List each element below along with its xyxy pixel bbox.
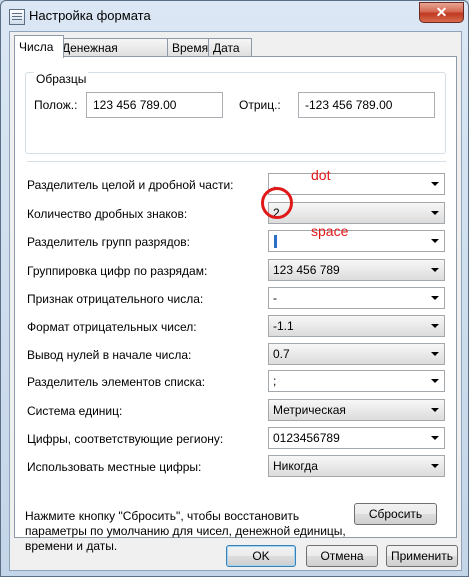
chevron-down-icon bbox=[431, 211, 439, 215]
annotation-circle bbox=[261, 187, 293, 219]
tab-numbers[interactable]: Числа bbox=[14, 35, 64, 58]
chevron-down-icon bbox=[431, 268, 439, 272]
negative-sign-value: - bbox=[273, 291, 277, 305]
tab-time[interactable]: Время bbox=[167, 38, 214, 57]
close-button[interactable]: ✕ bbox=[419, 2, 464, 23]
measurement-system-label: Система единиц: bbox=[27, 404, 123, 418]
positive-sample-field[interactable]: 123 456 789.00 bbox=[86, 92, 223, 118]
list-separator-value: ; bbox=[273, 374, 277, 388]
list-separator-label: Разделитель элементов списка: bbox=[27, 375, 206, 389]
tab-panel-numbers: Образцы Полож.: 123 456 789.00 Отриц.: -… bbox=[14, 56, 457, 553]
list-separator-combo[interactable]: ; bbox=[268, 370, 445, 392]
negative-format-label: Формат отрицательных чисел: bbox=[27, 320, 197, 334]
dialog-window: Настройка формата ✕ Числа Денежная едини… bbox=[0, 0, 469, 577]
regional-digits-combo[interactable]: 0123456789 bbox=[268, 427, 445, 449]
group-separator-label: Разделитель групп разрядов: bbox=[27, 235, 190, 249]
leading-zeros-dropdown[interactable]: 0.7 bbox=[268, 343, 445, 365]
chevron-down-icon bbox=[431, 182, 439, 186]
negative-format-dropdown[interactable]: -1.1 bbox=[268, 315, 445, 337]
cancel-button[interactable]: Отмена bbox=[306, 545, 378, 567]
close-icon: ✕ bbox=[435, 4, 448, 20]
reset-button[interactable]: Сбросить bbox=[354, 503, 437, 525]
title-bar: Настройка формата ✕ bbox=[1, 1, 468, 31]
leading-zeros-value: 0.7 bbox=[273, 347, 290, 361]
leading-zeros-label: Вывод нулей в начале числа: bbox=[27, 348, 192, 362]
positive-label: Полож.: bbox=[34, 98, 78, 112]
digit-grouping-value: 123 456 789 bbox=[273, 263, 340, 277]
native-digits-value: Никогда bbox=[273, 459, 318, 473]
group-separator-combo[interactable] bbox=[268, 230, 445, 252]
measurement-system-value: Метрическая bbox=[273, 403, 346, 417]
dialog-client: Числа Денежная единица Время Дата Образц… bbox=[9, 31, 462, 571]
annotation-space-label: space bbox=[311, 223, 349, 239]
native-digits-dropdown[interactable]: Никогда bbox=[268, 455, 445, 477]
apply-button[interactable]: Применить bbox=[386, 545, 458, 567]
tab-currency[interactable]: Денежная единица bbox=[57, 38, 173, 73]
samples-title: Образцы bbox=[34, 72, 89, 86]
decimal-digits-dropdown[interactable]: 2 bbox=[268, 202, 445, 224]
window-icon bbox=[9, 9, 25, 25]
chevron-down-icon bbox=[431, 352, 439, 356]
divider bbox=[27, 161, 446, 162]
tab-date[interactable]: Дата bbox=[208, 38, 252, 57]
chevron-down-icon bbox=[431, 464, 439, 468]
annotation-dot-label: dot bbox=[311, 167, 331, 183]
chevron-down-icon bbox=[431, 436, 439, 440]
ok-button[interactable]: OK bbox=[226, 545, 296, 567]
window-title: Настройка формата bbox=[29, 8, 151, 23]
negative-format-value: -1.1 bbox=[273, 319, 294, 333]
samples-group: Образцы Полож.: 123 456 789.00 Отриц.: -… bbox=[25, 72, 446, 154]
measurement-system-dropdown[interactable]: Метрическая bbox=[268, 399, 445, 421]
chevron-down-icon bbox=[431, 239, 439, 243]
chevron-down-icon bbox=[431, 379, 439, 383]
negative-sign-label: Признак отрицательного числа: bbox=[27, 292, 204, 306]
chevron-down-icon bbox=[431, 296, 439, 300]
chevron-down-icon bbox=[431, 324, 439, 328]
regional-digits-label: Цифры, соответствующие региону: bbox=[27, 432, 224, 446]
chevron-down-icon bbox=[431, 408, 439, 412]
text-cursor bbox=[274, 235, 277, 248]
negative-label: Отриц.: bbox=[239, 98, 281, 112]
decimal-digits-label: Количество дробных знаков: bbox=[27, 207, 188, 221]
digit-grouping-label: Группировка цифр по разрядам: bbox=[27, 264, 208, 278]
negative-sample-field[interactable]: -123 456 789.00 bbox=[298, 92, 435, 118]
negative-sign-combo[interactable]: - bbox=[268, 287, 445, 309]
native-digits-label: Использовать местные цифры: bbox=[27, 460, 202, 474]
decimal-separator-combo[interactable]: . bbox=[268, 173, 445, 195]
decimal-separator-label: Разделитель целой и дробной части: bbox=[27, 178, 234, 192]
regional-digits-value: 0123456789 bbox=[273, 431, 340, 445]
digit-grouping-dropdown[interactable]: 123 456 789 bbox=[268, 259, 445, 281]
